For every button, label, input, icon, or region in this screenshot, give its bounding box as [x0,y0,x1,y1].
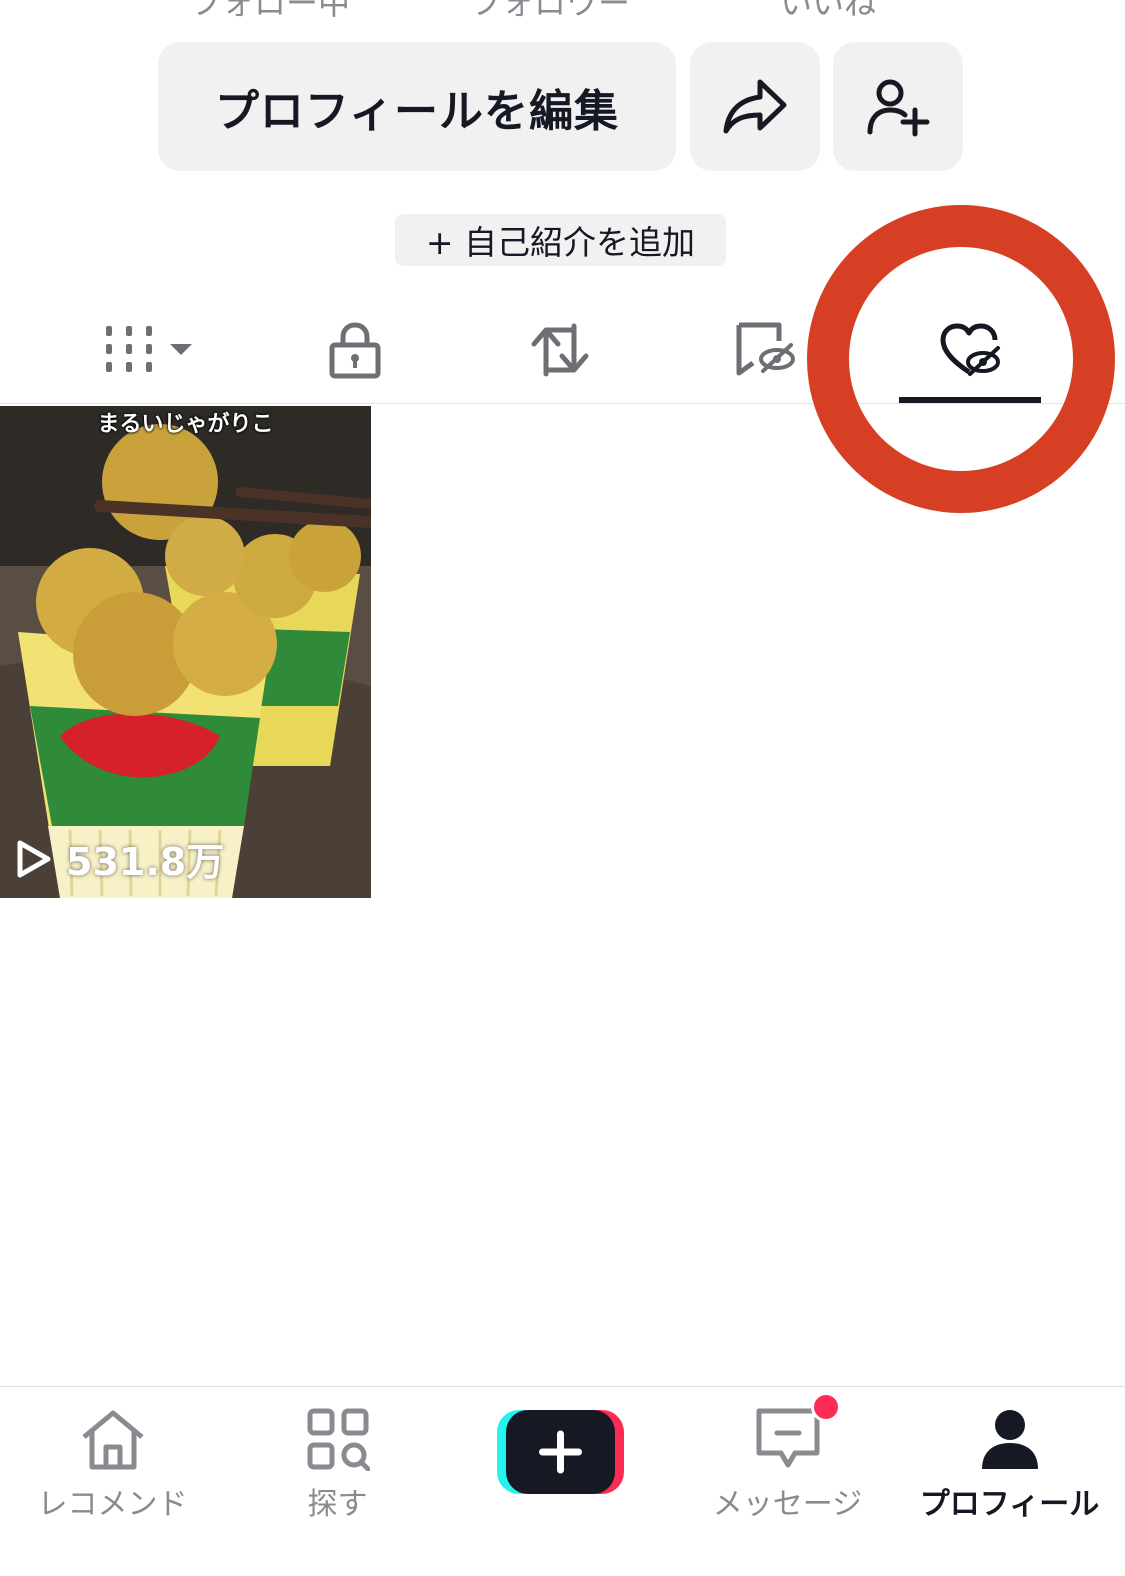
tab-favorites[interactable] [690,300,840,400]
play-icon [17,840,51,877]
nav-home[interactable]: レコメンド [0,1387,225,1527]
nav-profile-label: プロフィール [919,1487,1100,1522]
discover-icon [307,1408,370,1471]
profile-icon [981,1410,1038,1469]
edit-profile-button[interactable]: プロフィールを編集 [158,42,676,171]
nav-home-label: レコメンド [37,1487,188,1522]
share-profile-button[interactable] [690,42,820,171]
home-icon [81,1410,144,1470]
view-count-label: 531.8万 [66,840,225,884]
repost-icon [531,323,589,377]
add-bio-button[interactable]: + 自己紹介を追加 [395,214,726,266]
nav-inbox[interactable]: メッセージ [675,1387,900,1527]
plus-icon [497,1410,624,1494]
nav-discover-label: 探す [307,1487,368,1522]
tab-private[interactable] [280,300,430,400]
grid-icon [106,326,192,372]
create-button[interactable] [497,1410,624,1494]
heart-hidden-icon [940,323,1000,376]
view-count: 531.8万 [16,831,224,886]
add-user-icon [867,79,930,136]
bookmark-hidden-icon [736,322,795,376]
video-title: まるいじゃがりこ [97,412,274,437]
nav-profile[interactable]: プロフィール [897,1387,1122,1527]
nav-discover[interactable]: 探す [225,1387,450,1527]
message-icon [756,1408,819,1468]
add-friend-button[interactable] [833,42,963,171]
nav-inbox-label: メッセージ [712,1487,863,1522]
video-thumbnail[interactable]: まるいじゃがりこ 531.8万 [0,406,371,898]
share-icon [723,79,787,133]
following-label: フォロー中 [190,0,351,22]
tab-reposts[interactable] [485,300,635,400]
profile-tabs [0,300,1125,404]
tab-selected-indicator [899,397,1041,403]
tab-divider [0,403,1125,404]
thumbnail-image [0,406,371,898]
likes-label: いいね [780,0,877,22]
notification-dot [811,1392,841,1422]
tab-liked[interactable] [898,300,1043,400]
followers-label: フォロワー [470,0,631,22]
tab-videos[interactable] [60,300,240,400]
stats-labels: フォロー中 フォロワー いいね [0,0,1125,22]
lock-icon [329,322,381,379]
